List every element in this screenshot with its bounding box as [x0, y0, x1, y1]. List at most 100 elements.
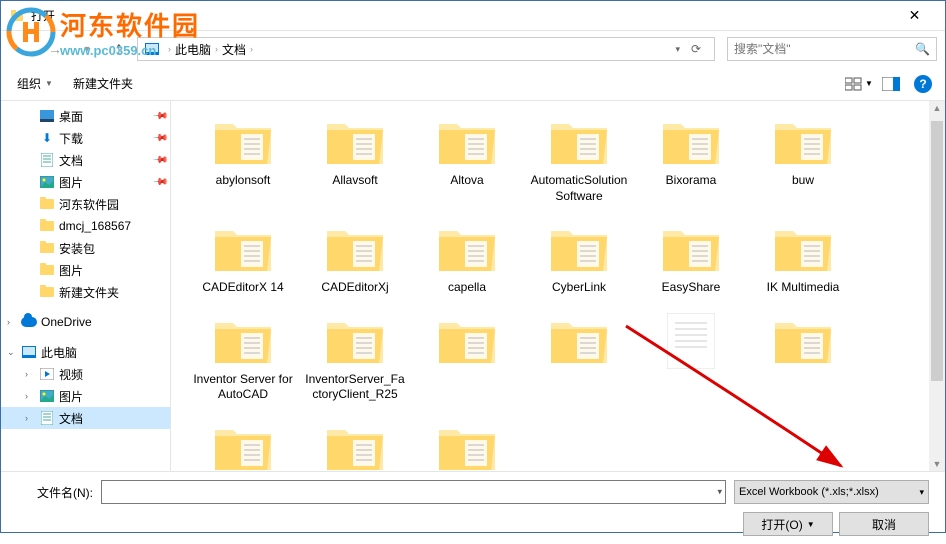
folder-item[interactable]: Allavsoft — [299, 109, 411, 208]
folder-label: AutomaticSolution Software — [529, 173, 629, 204]
folder-item[interactable] — [411, 415, 523, 471]
tree-dmcj[interactable]: dmcj_168567 — [1, 215, 170, 237]
window-title: 打开 — [31, 7, 892, 24]
dialog-footer: 文件名(N): ▾ Excel Workbook (*.xls;*.xlsx)▾… — [1, 471, 945, 544]
pin-icon: 📌 — [151, 108, 168, 125]
tree-downloads[interactable]: ⬇下载📌 — [1, 127, 170, 149]
folder-item[interactable] — [299, 415, 411, 471]
dropdown-icon: ▾ — [919, 487, 924, 498]
tree-pictures[interactable]: 图片📌 — [1, 171, 170, 193]
navigation-tree[interactable]: 桌面📌 ⬇下载📌 文档📌 图片📌 河东软件园 dmcj_168567 安装包 图… — [1, 101, 171, 471]
preview-pane-toggle[interactable] — [877, 72, 905, 96]
pin-icon: 📌 — [151, 152, 168, 169]
scroll-up-icon[interactable]: ▲ — [929, 103, 945, 113]
folder-label: CADEditorX 14 — [202, 280, 283, 296]
refresh-icon[interactable]: ⟳ — [684, 42, 708, 56]
folder-item[interactable]: Bixorama — [635, 109, 747, 208]
close-button[interactable]: ✕ — [892, 2, 937, 30]
tree-desktop[interactable]: 桌面📌 — [1, 105, 170, 127]
search-box[interactable]: 🔍 — [727, 37, 937, 61]
search-icon[interactable]: 🔍 — [915, 42, 930, 56]
breadcrumb-pc[interactable]: 此电脑 — [175, 41, 211, 58]
folder-item[interactable]: Inventor Server for AutoCAD — [187, 308, 299, 407]
tree-documents2[interactable]: ›文档 — [1, 407, 170, 429]
history-dropdown[interactable]: ▼ — [73, 35, 101, 63]
tree-pictures3[interactable]: ›图片 — [1, 385, 170, 407]
folder-item[interactable] — [747, 308, 859, 407]
content-area: abylonsoft Allavsoft Altova AutomaticSoluti… — [171, 101, 945, 471]
folder-icon — [767, 220, 839, 278]
scrollbar-thumb[interactable] — [931, 121, 943, 381]
folder-icon — [207, 312, 279, 370]
expand-icon[interactable]: › — [25, 369, 28, 379]
tree-documents[interactable]: 文档📌 — [1, 149, 170, 171]
view-options[interactable]: ▼ — [845, 72, 873, 96]
folder-label: CADEditorXj — [321, 280, 388, 296]
pin-icon: 📌 — [151, 174, 168, 191]
titlebar: 打开 ✕ — [1, 1, 945, 31]
organize-menu[interactable]: 组织▼ — [9, 71, 61, 96]
folder-item[interactable]: abylonsoft — [187, 109, 299, 208]
toolbar: 组织▼ 新建文件夹 ▼ ? — [1, 67, 945, 101]
tree-hedong[interactable]: 河东软件园 — [1, 193, 170, 215]
chevron-right-icon: › — [168, 44, 171, 54]
breadcrumb-documents[interactable]: 文档 — [222, 41, 246, 58]
tree-newfolder[interactable]: 新建文件夹 — [1, 281, 170, 303]
folder-icon — [543, 220, 615, 278]
folder-icon — [40, 287, 54, 297]
folder-item[interactable]: capella — [411, 216, 523, 300]
tree-pictures2[interactable]: 图片 — [1, 259, 170, 281]
address-dropdown-icon[interactable]: ▾ — [675, 44, 680, 55]
forward-button[interactable]: → — [41, 35, 69, 63]
filetype-select[interactable]: Excel Workbook (*.xls;*.xlsx)▾ — [734, 480, 929, 504]
folder-icon — [431, 312, 503, 370]
folder-icon — [40, 243, 54, 253]
up-button[interactable]: ↑ — [105, 35, 133, 63]
cancel-button[interactable]: 取消 — [839, 512, 929, 536]
collapse-icon[interactable]: ⌄ — [7, 347, 15, 358]
tree-videos[interactable]: ›视频 — [1, 363, 170, 385]
tree-thispc[interactable]: ⌄此电脑 — [1, 341, 170, 363]
expand-icon[interactable]: › — [25, 391, 28, 401]
folder-label: InventorServer_FactoryClient_R25 — [305, 372, 405, 403]
folder-icon — [431, 419, 503, 471]
folder-label: EasyShare — [662, 280, 721, 296]
new-folder-button[interactable]: 新建文件夹 — [65, 71, 141, 96]
folder-icon — [655, 220, 727, 278]
folder-item[interactable] — [523, 308, 635, 407]
folder-label: Altova — [450, 173, 483, 189]
folder-item[interactable]: CyberLink — [523, 216, 635, 300]
filename-label: 文件名(N): — [17, 484, 93, 501]
tree-installpkg[interactable]: 安装包 — [1, 237, 170, 259]
onedrive-icon — [21, 317, 37, 327]
help-button[interactable]: ? — [909, 72, 937, 96]
folder-grid[interactable]: abylonsoft Allavsoft Altova AutomaticSoluti… — [171, 101, 929, 471]
folder-item[interactable]: InventorServer_FactoryClient_R25 — [299, 308, 411, 407]
back-button[interactable]: ← — [9, 35, 37, 63]
folder-item[interactable]: CADEditorX 14 — [187, 216, 299, 300]
open-button[interactable]: 打开(O)▼ — [743, 512, 833, 536]
folder-item[interactable]: buw — [747, 109, 859, 208]
folder-item[interactable] — [187, 415, 299, 471]
expand-icon[interactable]: › — [25, 413, 28, 423]
folder-label: Bixorama — [666, 173, 717, 189]
address-bar[interactable]: › 此电脑 › 文档 › ▾ ⟳ — [137, 37, 715, 61]
folder-item[interactable]: CADEditorXj — [299, 216, 411, 300]
folder-item[interactable] — [635, 308, 747, 407]
folder-item[interactable]: Altova — [411, 109, 523, 208]
folder-item[interactable]: EasyShare — [635, 216, 747, 300]
folder-icon — [543, 312, 615, 370]
tree-onedrive[interactable]: ›OneDrive — [1, 311, 170, 333]
search-input[interactable] — [734, 42, 915, 56]
vertical-scrollbar[interactable]: ▲ ▼ — [929, 101, 945, 471]
folder-icon — [40, 221, 54, 231]
folder-icon — [767, 113, 839, 171]
folder-item[interactable] — [411, 308, 523, 407]
filename-input[interactable] — [101, 480, 726, 504]
expand-icon[interactable]: › — [7, 317, 10, 327]
folder-label: Allavsoft — [332, 173, 377, 189]
folder-label: capella — [448, 280, 486, 296]
folder-item[interactable]: IK Multimedia — [747, 216, 859, 300]
scroll-down-icon[interactable]: ▼ — [929, 459, 945, 469]
folder-item[interactable]: AutomaticSolution Software — [523, 109, 635, 208]
